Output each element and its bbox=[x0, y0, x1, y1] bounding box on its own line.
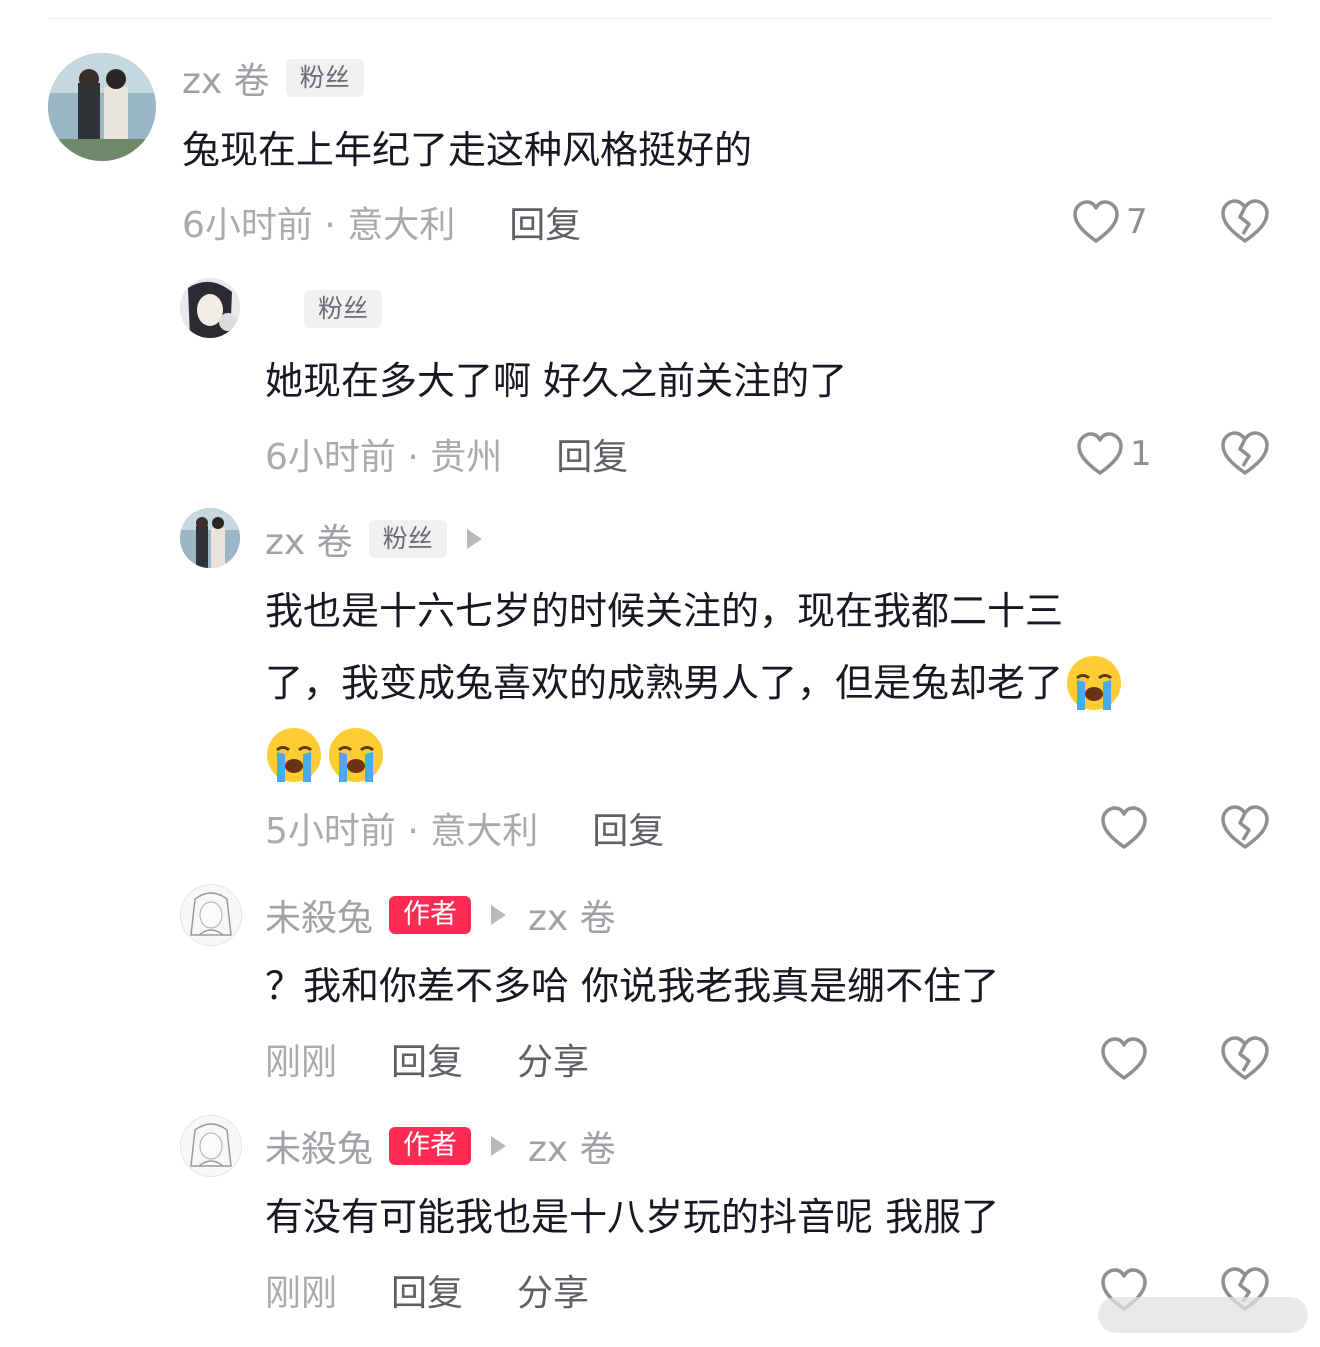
broken-heart-icon[interactable] bbox=[1220, 803, 1270, 851]
reply-button[interactable]: 回复 bbox=[509, 196, 581, 248]
comment-header: 未殺兔 作者 zx 卷 bbox=[265, 893, 632, 939]
comment-header: zx 卷 粉丝 bbox=[182, 56, 378, 102]
play-triangle-icon bbox=[466, 529, 482, 549]
comment-text: 她现在多大了啊 好久之前关注的了 bbox=[265, 345, 847, 417]
reply-to-username[interactable]: zx 卷 bbox=[528, 1120, 616, 1172]
comment-text-line: 了，我变成兔喜欢的成熟男人了，但是兔却老了 bbox=[265, 647, 1125, 719]
reply-button[interactable]: 回复 bbox=[391, 1033, 463, 1085]
timestamp: 刚刚 bbox=[265, 1042, 338, 1083]
avatar[interactable] bbox=[180, 278, 240, 338]
watermark bbox=[1098, 1297, 1308, 1333]
comment-text: ？我和你差不多哈 你说我老我真是绷不住了 bbox=[265, 950, 999, 1022]
comment-text-line bbox=[265, 719, 1125, 791]
comment-text-line: ？我和你差不多哈 你说我老我真是绷不住了 bbox=[265, 964, 1000, 1008]
loudly-crying-face-emoji bbox=[1065, 654, 1123, 712]
like-button[interactable] bbox=[1100, 1033, 1148, 1085]
like-count: 1 bbox=[1130, 434, 1152, 474]
comment-header: 未殺兔 作者 zx 卷 bbox=[265, 1124, 632, 1170]
comment-text: 兔现在上年纪了走这种风格挺好的 bbox=[182, 114, 752, 186]
fan-badge: 粉丝 bbox=[304, 290, 383, 328]
comment-text-line: 她现在多大了啊 好久之前关注的了 bbox=[265, 359, 848, 403]
avatar[interactable] bbox=[48, 53, 156, 161]
comment-text-line: 我也是十六七岁的时候关注的，现在我都二十三 bbox=[265, 589, 1064, 633]
reply-button[interactable]: 回复 bbox=[391, 1264, 463, 1316]
play-triangle-icon bbox=[491, 1136, 507, 1156]
timestamp: 刚刚 bbox=[265, 1273, 338, 1314]
reply-button[interactable]: 回复 bbox=[556, 428, 628, 480]
username[interactable]: 未殺兔 bbox=[265, 889, 373, 941]
play-triangle-icon bbox=[491, 905, 507, 925]
heart-outline-icon bbox=[1073, 200, 1119, 243]
comment-text: 有没有可能我也是十八岁玩的抖音呢 我服了 bbox=[265, 1181, 999, 1253]
share-button[interactable]: 分享 bbox=[517, 1264, 589, 1316]
like-count: 7 bbox=[1126, 202, 1148, 242]
comment-text-line: 有没有可能我也是十八岁玩的抖音呢 我服了 bbox=[265, 1195, 1000, 1239]
username[interactable]: 未殺兔 bbox=[265, 1120, 373, 1172]
comment-text-line: 兔现在上年纪了走这种风格挺好的 bbox=[182, 128, 753, 172]
fan-badge: 粉丝 bbox=[368, 520, 447, 558]
author-badge: 作者 bbox=[389, 896, 472, 934]
broken-heart-icon[interactable] bbox=[1220, 197, 1270, 245]
share-button[interactable]: 分享 bbox=[517, 1033, 589, 1085]
comment-header: 粉丝 bbox=[288, 287, 396, 331]
reply-button[interactable]: 回复 bbox=[592, 802, 664, 854]
avatar[interactable] bbox=[180, 1115, 242, 1177]
comment-meta: 5小时前 · 意大利 回复 bbox=[265, 802, 718, 854]
loudly-crying-face-emoji bbox=[265, 726, 323, 784]
comment-text: 我也是十六七岁的时候关注的，现在我都二十三 了，我变成兔喜欢的成熟男人了，但是兔… bbox=[265, 575, 1125, 791]
like-button[interactable]: 7 bbox=[1072, 196, 1148, 248]
comment-header: zx 卷 粉丝 bbox=[265, 517, 504, 563]
author-badge: 作者 bbox=[389, 1127, 472, 1165]
reply-to-username[interactable]: zx 卷 bbox=[528, 889, 616, 941]
timestamp-location: 5小时前 · 意大利 bbox=[265, 811, 539, 852]
comment-meta: 6小时前 · 意大利 回复 bbox=[182, 196, 635, 248]
timestamp-location: 6小时前 · 意大利 bbox=[182, 205, 456, 246]
comment-meta: 刚刚 回复 分享 bbox=[265, 1033, 643, 1085]
comment-meta: 6小时前 · 贵州 回复 bbox=[265, 428, 682, 480]
like-button[interactable]: 1 bbox=[1076, 428, 1152, 480]
broken-heart-icon[interactable] bbox=[1220, 1034, 1270, 1082]
avatar[interactable] bbox=[180, 884, 242, 946]
heart-outline-icon bbox=[1101, 1037, 1147, 1080]
top-divider bbox=[48, 18, 1272, 19]
username[interactable]: zx 卷 bbox=[182, 52, 270, 104]
like-button[interactable] bbox=[1100, 802, 1148, 854]
avatar[interactable] bbox=[180, 508, 240, 568]
comment-meta: 刚刚 回复 分享 bbox=[265, 1264, 643, 1316]
heart-outline-icon bbox=[1101, 806, 1147, 849]
fan-badge: 粉丝 bbox=[285, 59, 364, 97]
loudly-crying-face-emoji bbox=[327, 726, 385, 784]
heart-outline-icon bbox=[1077, 432, 1123, 475]
timestamp-location: 6小时前 · 贵州 bbox=[265, 437, 503, 478]
username[interactable]: zx 卷 bbox=[265, 513, 353, 565]
broken-heart-icon[interactable] bbox=[1220, 429, 1270, 477]
